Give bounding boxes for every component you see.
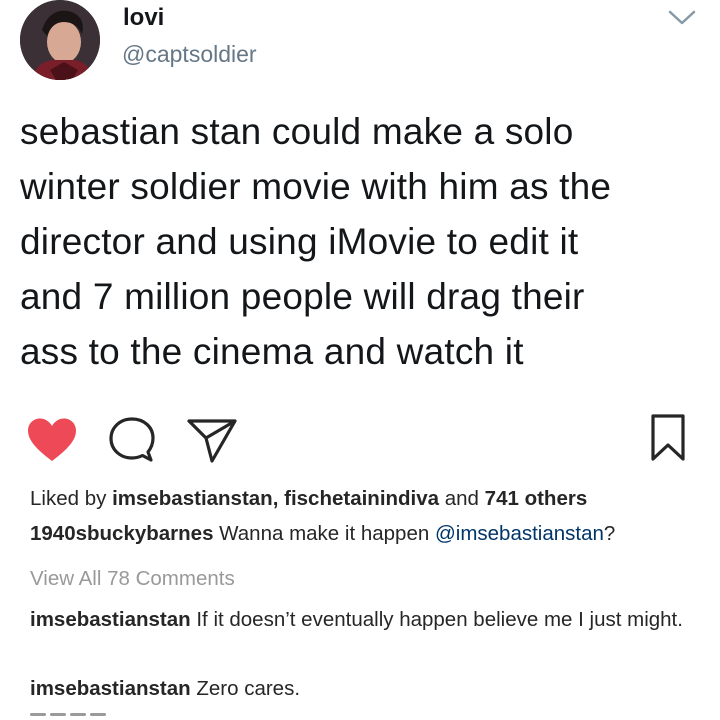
paper-plane-icon[interactable] xyxy=(186,416,238,464)
caption-suffix: ? xyxy=(603,522,616,545)
caption-mention[interactable]: @imsebastianstan xyxy=(435,522,604,545)
view-all-comments-link[interactable]: View All 78 Comments xyxy=(30,567,235,591)
user-handle[interactable]: @captsoldier xyxy=(122,41,257,68)
tweet-text-line: ass to the cinema and watch it xyxy=(20,331,524,372)
comment-username[interactable]: imsebastianstan xyxy=(30,677,191,700)
tweet-text-line: and 7 million people will drag their xyxy=(20,276,585,317)
comment-text: If it doesn’t eventually happen believe … xyxy=(190,608,683,631)
likes-middle: and xyxy=(439,487,485,510)
tweet-text-line: director and using iMovie to edit it xyxy=(20,221,579,262)
liker-username[interactable]: fischetainindiva xyxy=(284,487,439,510)
comment-icon[interactable] xyxy=(108,416,156,464)
likes-others-link[interactable]: 741 others xyxy=(485,487,588,510)
likes-prefix: Liked by xyxy=(30,487,113,510)
caption-text: Wanna make it happen xyxy=(213,522,435,545)
likes-summary: Liked by imsebastianstan, fischetainindi… xyxy=(30,487,587,511)
likes-separator: , xyxy=(272,487,285,510)
tweet-text-line: winter soldier movie with him as the xyxy=(20,166,612,207)
heart-icon[interactable] xyxy=(26,417,78,463)
tweet-text-line: sebastian stan could make a solo xyxy=(20,111,574,152)
avatar[interactable] xyxy=(20,0,100,80)
comment-item: imsebastianstan Zero cares. xyxy=(30,677,300,701)
display-name[interactable]: lovi xyxy=(123,4,164,32)
comment-item: imsebastianstan If it doesn’t eventually… xyxy=(30,604,690,636)
caption-username[interactable]: 1940sbuckybarnes xyxy=(30,522,213,545)
bookmark-icon[interactable] xyxy=(648,413,688,463)
comment-username[interactable]: imsebastianstan xyxy=(30,608,191,631)
tweet-text: sebastian stan could make a solo winter … xyxy=(20,104,710,379)
comment-text: Zero cares. xyxy=(190,677,301,700)
profile-photo xyxy=(20,0,100,80)
post-caption: 1940sbuckybarnes Wanna make it happen @i… xyxy=(30,522,615,546)
liker-username[interactable]: imsebastianstan xyxy=(112,487,273,510)
truncated-comment-line xyxy=(30,713,130,720)
chevron-down-icon[interactable] xyxy=(665,4,699,30)
